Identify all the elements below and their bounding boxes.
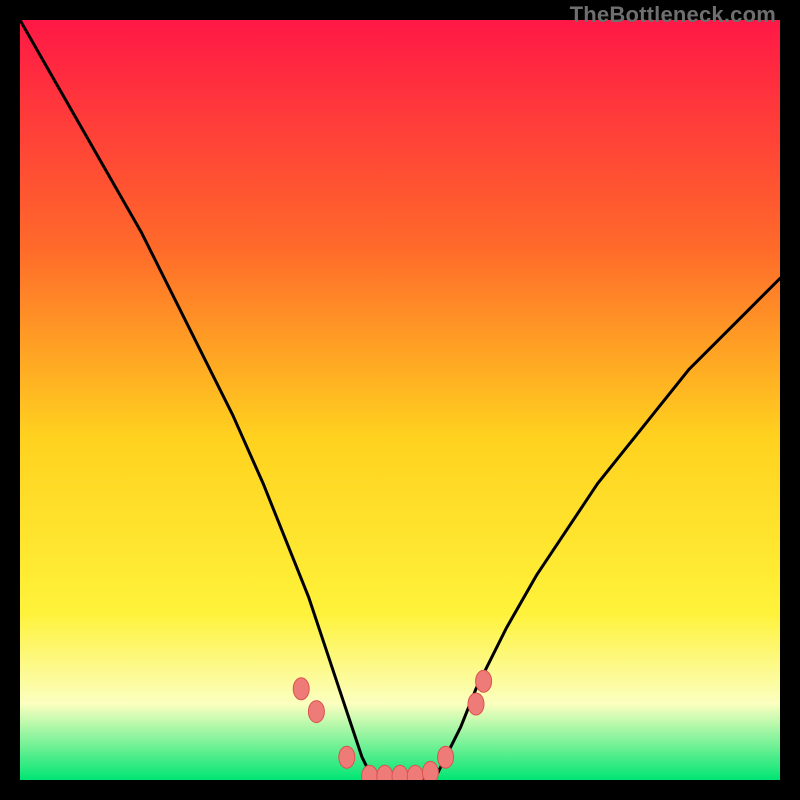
curve-marker bbox=[308, 701, 324, 723]
curve-marker bbox=[438, 746, 454, 768]
curve-marker bbox=[476, 670, 492, 692]
curve-marker bbox=[422, 761, 438, 780]
curve-marker bbox=[468, 693, 484, 715]
curve-marker bbox=[339, 746, 355, 768]
chart-frame bbox=[20, 20, 780, 780]
curve-marker bbox=[293, 678, 309, 700]
bottleneck-chart bbox=[20, 20, 780, 780]
watermark-text: TheBottleneck.com bbox=[570, 2, 776, 28]
